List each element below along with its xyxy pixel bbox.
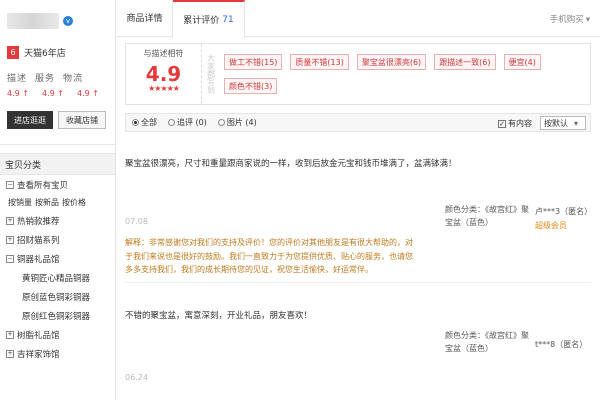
review-text: 不错的聚宝盆，寓意深刻，开业礼品，朋友喜欢！ <box>125 311 313 321</box>
mobile-buy-label: 手机购买 <box>549 15 584 25</box>
review-user: t***8（匿名） <box>535 340 588 349</box>
enter-shop-button[interactable]: 进店逛逛 <box>7 111 53 129</box>
review-sku-line: 颜色分类：《故宫红》聚 <box>445 205 529 214</box>
review-user-level[interactable]: 超级会员 <box>535 220 567 231</box>
seller-reply: 解释：非常感谢您对我们的支持及评价！您的评价对其他朋友是有很大帮助的，对于我们来… <box>125 238 413 274</box>
subcategory-item[interactable]: 黄铜匠心精品铜器 <box>0 268 115 287</box>
radio-icon[interactable] <box>168 119 175 126</box>
category-item[interactable]: + 树脂礼品馆 <box>0 325 115 344</box>
main-content: 商品详情 累计评价 71 手机购买 ▾ 与描述相符 4.9 ★★★★★ 大家都写到… <box>117 0 600 400</box>
review-item: 聚宝盆很漂亮，尺寸和重量跟商家说的一样，收到后放金元宝和钱币堆满了，盆满钵满！ … <box>125 149 593 283</box>
category-all-label: 查看所有宝贝 <box>17 180 69 191</box>
dsr-label-logistics: 物流 <box>63 74 84 84</box>
tab-reviews-label: 累计评价 <box>183 16 220 26</box>
category-item[interactable]: + 吉祥家饰馆 <box>0 344 115 363</box>
dsr-value-service: 4.9 ↑ <box>42 89 64 98</box>
has-content-label: 有内容 <box>508 119 532 128</box>
impression-tag[interactable]: 跟描述一致(6) <box>434 54 496 70</box>
review-sku: 颜色分类：《故宫红》聚 宝盆（蓝色） <box>445 329 537 355</box>
tab-details[interactable]: 商品详情 <box>117 0 173 36</box>
filter-images[interactable]: 图片 (4) <box>217 117 257 128</box>
chevron-down-icon: ▾ <box>585 15 590 25</box>
impression-tag[interactable]: 便宜(4) <box>503 54 541 70</box>
collapse-icon[interactable]: − <box>6 180 14 189</box>
filter-all[interactable]: 全部 <box>132 117 157 128</box>
review-item: 不错的聚宝盆，寓意深刻，开业礼品，朋友喜欢！ 颜色分类：《故宫红》聚 宝盆（蓝色… <box>125 283 591 400</box>
impression-tag[interactable]: 颜色不错(3) <box>224 78 278 94</box>
radio-icon[interactable] <box>217 119 225 126</box>
score-box: 与描述相符 4.9 ★★★★★ <box>126 44 202 104</box>
category-item[interactable]: + 热销款推荐 <box>0 211 115 230</box>
impression-tag[interactable]: 做工不错(15) <box>224 54 283 70</box>
category-item[interactable]: − 铜器礼品馆 <box>0 249 115 268</box>
expand-icon[interactable]: + <box>6 235 14 244</box>
category-item[interactable]: + 招财猫系列 <box>0 230 115 249</box>
category-item-label: 吉祥家饰馆 <box>17 349 60 360</box>
sort-select-value: 按默认 <box>544 118 568 128</box>
category-item-label: 树脂礼品馆 <box>17 330 60 341</box>
mobile-buy-link[interactable]: 手机购买 ▾ <box>550 13 590 25</box>
score-label: 与描述相符 <box>143 49 184 58</box>
verified-icon: v <box>63 16 73 26</box>
filter-images-label: 图片 (4) <box>226 118 257 127</box>
dsr-values: 4.9 ↑ 4.9 ↑ 4.9 ↑ <box>7 89 108 98</box>
tab-reviews-count: 71 <box>222 14 234 25</box>
product-tabs: 商品详情 累计评价 71 手机购买 ▾ <box>117 0 600 37</box>
shop-years-label: 天猫6年店 <box>24 49 66 59</box>
collapse-icon[interactable]: − <box>6 254 14 263</box>
impression-label: 大家都写到 <box>206 54 216 94</box>
has-content-checkbox[interactable]: ✓ 有内容 <box>498 118 532 129</box>
checkbox-checked-icon[interactable]: ✓ <box>498 119 506 128</box>
expand-icon[interactable]: + <box>6 216 14 225</box>
sort-by-price[interactable]: 按价格 <box>62 197 86 208</box>
sort-select[interactable]: 按默认 ▾ <box>540 116 586 130</box>
radio-checked-icon[interactable] <box>132 119 139 126</box>
dsr-label-description: 描述 <box>7 74 28 84</box>
review-sku-line: 宝盆（蓝色） <box>445 344 493 353</box>
shop-name-blurred[interactable] <box>7 13 59 29</box>
dsr-value-logistics: 4.9 ↑ <box>77 89 99 98</box>
review-sku: 颜色分类：《故宫红》聚 宝盆（蓝色） <box>445 203 537 229</box>
expand-icon[interactable]: + <box>6 349 14 358</box>
review-text: 聚宝盆很漂亮，尺寸和重量跟商家说的一样，收到后放金元宝和钱币堆满了，盆满钵满！ <box>125 159 457 169</box>
category-title: 宝贝分类 <box>0 153 115 175</box>
dsr-labels: 描述 服务 物流 <box>7 71 108 84</box>
category-sorts: 按销量 按新品 按价格 <box>0 194 115 211</box>
sort-by-new[interactable]: 按新品 <box>35 197 59 208</box>
shop-buttons: 进店逛逛 收藏店铺 <box>7 111 108 129</box>
rating-summary: 与描述相符 4.9 ★★★★★ 大家都写到 做工不错(15) 质量不错(13) … <box>125 43 591 105</box>
impression-tags: 做工不错(15) 质量不错(13) 聚宝盆很漂亮(6) 跟描述一致(6) 便宜(… <box>220 44 590 104</box>
dsr-value-description: 4.9 ↑ <box>7 89 29 98</box>
filter-all-label: 全部 <box>141 118 157 127</box>
expand-icon[interactable]: + <box>6 330 14 339</box>
impression-tag[interactable]: 聚宝盆很漂亮(6) <box>356 54 427 70</box>
shop-name-row: v <box>7 8 108 34</box>
review-filter-bar: 全部 追评 (0) 图片 (4) ✓ 有内容 按默认 ▾ <box>125 113 591 132</box>
subcategory-item[interactable]: 原创蓝色铜彩铜器 <box>0 287 115 306</box>
shop-years: 6 天猫6年店 <box>7 46 108 59</box>
subcategory-item[interactable]: 原创红色铜彩铜器 <box>0 306 115 325</box>
category-item-label: 招财猫系列 <box>17 235 60 246</box>
impression-tag[interactable]: 质量不错(13) <box>290 54 349 70</box>
review-sku-line: 宝盆（蓝色） <box>445 218 493 227</box>
review-sku-line: 颜色分类：《故宫红》聚 <box>445 331 529 340</box>
tab-reviews[interactable]: 累计评价 71 <box>173 0 245 37</box>
chevron-down-icon: ▾ <box>574 118 579 128</box>
sort-by-sales[interactable]: 按销量 <box>8 197 32 208</box>
review-date: 06.24 <box>125 373 148 382</box>
dsr-label-service: 服务 <box>35 74 56 84</box>
shop-sidebar: v 6 天猫6年店 描述 服务 物流 4.9 ↑ 4.9 ↑ 4.9 ↑ 进店逛… <box>0 0 116 400</box>
category-item-label: 热销款推荐 <box>17 216 60 227</box>
category-all[interactable]: − 查看所有宝贝 <box>0 175 115 194</box>
star-rating-icon: ★★★★★ <box>148 84 180 93</box>
filter-followup-label: 追评 (0) <box>177 118 207 127</box>
shop-years-badge: 6 <box>7 46 19 59</box>
filter-followup[interactable]: 追评 (0) <box>168 117 207 128</box>
favorite-shop-button[interactable]: 收藏店铺 <box>58 111 106 129</box>
review-date: 07.08 <box>125 217 148 226</box>
shop-info-card: v 6 天猫6年店 描述 服务 物流 4.9 ↑ 4.9 ↑ 4.9 ↑ 进店逛… <box>0 0 115 145</box>
category-item-label: 铜器礼品馆 <box>17 254 60 265</box>
review-user: 卢***3（匿名） <box>535 207 593 216</box>
score-value: 4.9 <box>145 62 182 86</box>
